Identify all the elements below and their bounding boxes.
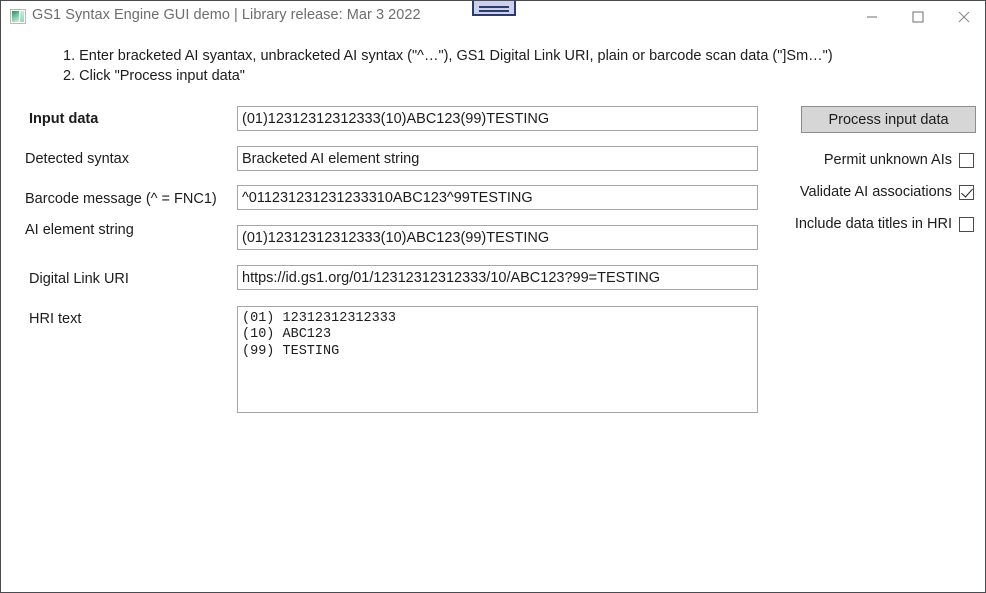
option-include-data-titles-in-hri[interactable]: Include data titles in HRI (795, 215, 974, 233)
instructions: 1. Enter bracketed AI syantax, unbracket… (63, 46, 833, 86)
barcode-message-field[interactable] (237, 185, 758, 210)
close-icon (958, 11, 970, 22)
label-barcode-message: Barcode message (^ = FNC1) (25, 191, 217, 207)
image-icon (10, 9, 26, 24)
hri-text-area[interactable] (237, 306, 758, 413)
checkbox-include-data-titles-in-hri[interactable] (959, 216, 974, 232)
minimize-button[interactable] (849, 1, 895, 32)
digital-link-uri-field[interactable] (237, 265, 758, 290)
app-window: GS1 Syntax Engine GUI demo | Library rel… (0, 0, 986, 593)
option-permit-unknown-ais[interactable]: Permit unknown AIs (824, 151, 974, 169)
instruction-line-2: 2. Click "Process input data" (63, 68, 245, 84)
drag-handle-widget[interactable] (472, 1, 516, 16)
label-detected-syntax: Detected syntax (25, 151, 129, 167)
maximize-icon (912, 11, 924, 22)
checkbox-permit-unknown-ais[interactable] (959, 152, 974, 168)
label-digital-link-uri: Digital Link URI (29, 271, 129, 287)
label-ai-element-string: AI element string (25, 222, 134, 238)
checkbox-validate-ai-associations[interactable] (959, 184, 974, 200)
option-label: Permit unknown AIs (823, 152, 952, 168)
option-label: Include data titles in HRI (794, 216, 952, 232)
ai-element-string-field[interactable] (237, 225, 758, 250)
window-title: GS1 Syntax Engine GUI demo | Library rel… (32, 7, 421, 23)
process-input-data-button[interactable]: Process input data (801, 106, 976, 133)
label-hri-text: HRI text (29, 311, 82, 327)
close-button[interactable] (941, 1, 985, 32)
maximize-button[interactable] (895, 1, 941, 32)
input-data-field[interactable] (237, 106, 758, 131)
detected-syntax-field[interactable] (237, 146, 758, 171)
option-validate-ai-associations[interactable]: Validate AI associations (800, 183, 974, 201)
instruction-line-1: 1. Enter bracketed AI syantax, unbracket… (63, 48, 833, 64)
minimize-icon (867, 16, 877, 17)
option-label: Validate AI associations (799, 184, 952, 200)
label-input-data: Input data (29, 111, 99, 127)
